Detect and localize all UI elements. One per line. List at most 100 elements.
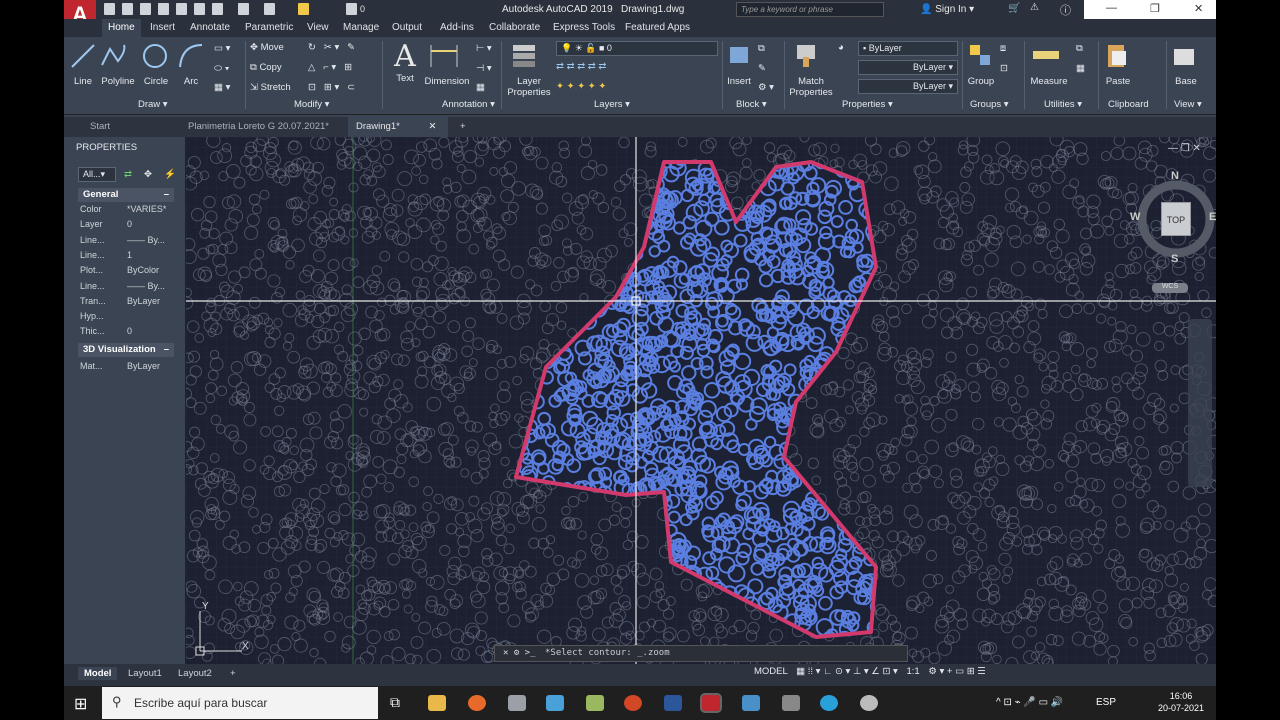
insert-tool[interactable]: Insert [724,41,754,87]
polyline-tool[interactable]: Polyline [98,41,138,87]
minimize-icon[interactable]: — [1106,2,1117,14]
doc-tab-planimetria[interactable]: Planimetria Loreto G 20.07.2021* [180,117,337,137]
line-tool[interactable]: Line [68,41,98,87]
block-create-icon[interactable]: ⧉ [758,43,765,54]
tab-layout2[interactable]: Layout2 [172,667,218,680]
annotation-group-label[interactable]: Annotation ▾ [442,99,495,110]
tab-express-tools[interactable]: Express Tools [553,22,615,33]
property-value[interactable]: 1 [127,250,132,260]
edge-icon[interactable] [820,695,838,711]
model-space[interactable]: Y X [186,137,1216,664]
paste-tool[interactable]: Paste [1102,41,1134,87]
compass-s[interactable]: S [1171,253,1178,265]
layer-color-icon[interactable] [346,3,357,15]
color-dropdown[interactable]: ▪ ByLayer [858,41,958,56]
viewport-controls[interactable]: — ❐ ✕ [1168,143,1201,154]
search-input[interactable]: Type a keyword or phrase [736,2,884,17]
match-properties-tool[interactable]: Match Properties [788,41,834,98]
modify-group-label[interactable]: Modify ▾ [294,99,329,110]
tab-layout1[interactable]: Layout1 [122,667,168,680]
tab-featured-apps[interactable]: Featured Apps [625,22,690,33]
gradient-icon[interactable]: ▦ ▾ [214,82,230,93]
linetype-dropdown[interactable]: ByLayer ▾ [858,60,958,75]
web-open-icon[interactable] [176,3,187,15]
language-indicator[interactable]: ESP [1096,697,1116,708]
hatch-icon[interactable]: ⬭ ▾ [214,63,229,74]
layer-bulb-icon[interactable] [298,3,309,15]
save-as-icon[interactable] [158,3,169,15]
group-edit-icon[interactable]: ⊡ [1000,63,1008,74]
block-edit-icon[interactable]: ✎ [758,63,766,74]
3d-visualization-section-header[interactable]: 3D Visualization – [78,343,174,357]
autodesk-app-icon[interactable]: ⚠ [1030,2,1039,13]
quick-select-icon[interactable]: ⚡ [164,169,176,180]
property-value[interactable]: *VARIES* [127,204,166,214]
color-wheel-icon[interactable]: ◕ [838,42,844,53]
leader-icon[interactable]: ⊢ ▾ [476,43,492,54]
tab-add-ins[interactable]: Add-ins [440,22,474,33]
tab-parametric[interactable]: Parametric [245,22,293,33]
compass-w[interactable]: W [1130,211,1140,223]
firefox-icon[interactable] [468,695,486,711]
mirror-icon[interactable]: △ ⌐ ▾ ⊞ [308,62,352,73]
layers-group-label[interactable]: Layers ▾ [594,99,630,110]
clock[interactable]: 16:06 20-07-2021 [1158,690,1204,714]
tab-view[interactable]: View [307,22,329,33]
layer-dropdown[interactable]: 💡 ☀ 🔓 ■ 0 [556,41,718,56]
app-icon[interactable] [782,695,800,711]
navigation-bar[interactable] [1188,319,1212,487]
toggle-pickadd-icon[interactable]: ⇄ [124,169,132,180]
task-view-icon[interactable]: ⧉ [390,694,400,711]
annotation-table-icon[interactable]: ▦ [476,82,485,93]
open-icon[interactable] [122,3,133,15]
property-value[interactable]: 0 [127,326,132,336]
ungroup-icon[interactable]: ⧈ [1000,43,1006,54]
start-icon[interactable]: ⊞ [74,694,87,714]
undo-icon[interactable] [238,3,249,15]
draw-group-label[interactable]: Draw ▾ [138,99,168,110]
app-icon[interactable] [508,695,526,711]
autocad-taskbar-icon[interactable] [700,693,722,713]
property-value[interactable]: ByLayer [127,296,160,306]
layer-properties-tool[interactable]: Layer Properties [506,41,552,98]
new-icon[interactable] [104,3,115,15]
taskbar-search-input[interactable]: Escribe aquí para buscar [102,687,378,719]
groups-group-label[interactable]: Groups ▾ [970,99,1009,110]
photos-icon[interactable] [742,695,760,711]
file-explorer-icon[interactable] [428,695,446,711]
app-icon[interactable] [860,695,878,711]
general-section-header[interactable]: General – [78,188,174,202]
table-icon[interactable]: ⊣ ▾ [476,63,492,74]
doc-tab-drawing1[interactable]: Drawing1* ✕ [348,117,448,137]
rectangle-icon[interactable]: ▭ ▾ [214,43,230,54]
sign-in-button[interactable]: 👤 Sign In ▾ [920,4,974,15]
block-group-label[interactable]: Block ▾ [736,99,767,110]
workspace-icon[interactable]: ⚙ ▾ + ▭ ⊞ ☰ [928,666,985,677]
measure-tool[interactable]: Measure [1028,41,1070,87]
block-attr-icon[interactable]: ⚙ ▾ [758,82,774,93]
property-value[interactable]: —— By... [127,281,165,291]
property-value[interactable]: ByColor [127,265,159,275]
save-icon[interactable] [140,3,151,15]
tab-model[interactable]: Model [78,667,118,680]
redo-icon[interactable] [264,3,275,15]
view-group-label[interactable]: View ▾ [1174,99,1202,110]
quick-select-icon[interactable]: ⧉ [1076,43,1083,54]
material-value[interactable]: ByLayer [127,361,160,371]
word-icon[interactable] [664,695,682,711]
copy-button[interactable]: ⧉ Copy [250,62,282,73]
properties-group-label[interactable]: Properties ▾ [842,99,893,110]
tab-output[interactable]: Output [392,22,422,33]
annotation-scale[interactable]: 1:1 [906,666,919,677]
restore-icon[interactable]: ❐ [1150,2,1160,15]
lineweight-dropdown[interactable]: ByLayer ▾ [858,79,958,94]
plot-icon[interactable] [212,3,223,15]
calculator-icon[interactable]: ▦ [1076,63,1085,74]
text-tool[interactable]: A Text [390,39,420,84]
tray-icons[interactable]: ^ ⊡ ⌁ 🎤 ▭ 🔊 [996,697,1063,708]
tab-manage[interactable]: Manage [343,22,379,33]
dimension-tool[interactable]: Dimension [422,41,472,87]
stretch-button[interactable]: ⇲ Stretch [250,82,291,93]
grid-toggle-icon[interactable]: ▦ ⁞⁞ ▾ ∟ ⊙ ▾ ⊥ ▾ ∠ ⊡ ▾ [796,666,898,677]
arc-tool[interactable]: Arc [176,41,206,87]
